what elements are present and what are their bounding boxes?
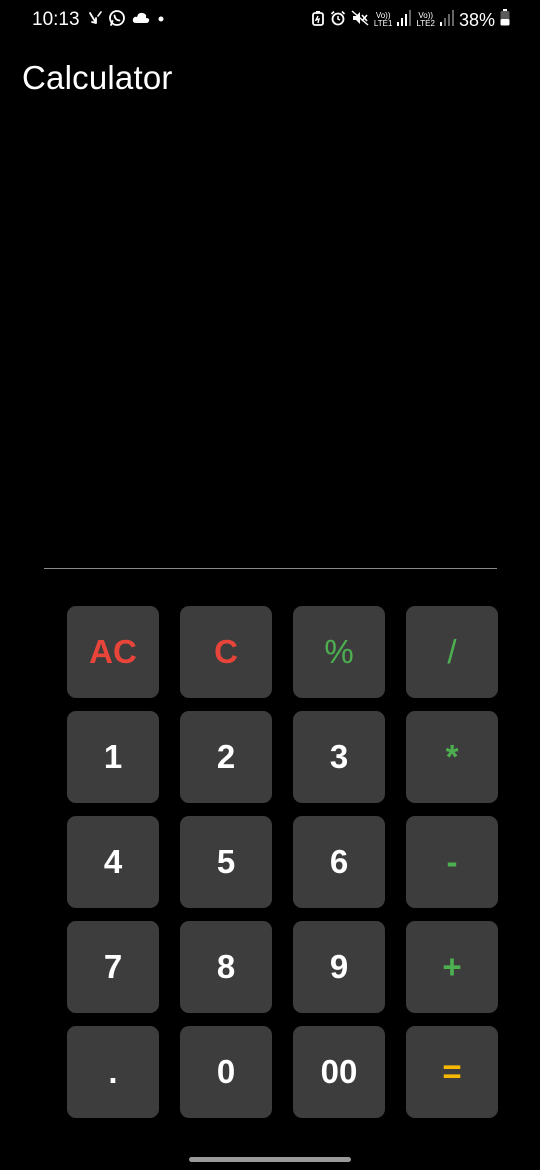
digit-1-button[interactable]: 1 xyxy=(67,711,159,803)
battery-percent: 38% xyxy=(458,9,495,30)
percent-button[interactable]: % xyxy=(293,606,385,698)
digit-6-button[interactable]: 6 xyxy=(293,816,385,908)
cloud-icon xyxy=(132,11,150,29)
divide-button[interactable]: / xyxy=(406,606,498,698)
sim1-label: Vo)) LTE1 xyxy=(374,12,393,28)
add-button[interactable]: + xyxy=(406,921,498,1013)
status-right-icons: Vo)) LTE1 Vo)) LTE2 38% xyxy=(311,9,510,31)
dot-icon xyxy=(156,11,166,29)
sim1-lte-label: LTE1 xyxy=(373,19,393,28)
whatsapp-icon xyxy=(108,9,126,32)
page-title: Calculator xyxy=(22,59,173,96)
signal-lte1-icon xyxy=(397,9,412,31)
sim2-label: Vo)) LTE2 xyxy=(416,12,435,28)
signal-lte2-icon xyxy=(439,9,454,31)
double-zero-button[interactable]: 00 xyxy=(293,1026,385,1118)
clear-button[interactable]: C xyxy=(180,606,272,698)
all-clear-button[interactable]: AC xyxy=(67,606,159,698)
battery-saver-icon xyxy=(311,10,325,31)
digit-7-button[interactable]: 7 xyxy=(67,921,159,1013)
digit-5-button[interactable]: 5 xyxy=(180,816,272,908)
display-area xyxy=(0,110,540,565)
battery-icon xyxy=(500,9,510,31)
display-divider xyxy=(44,568,497,569)
status-time: 10:13 xyxy=(32,9,80,30)
missed-call-icon xyxy=(88,10,102,31)
digit-4-button[interactable]: 4 xyxy=(67,816,159,908)
digit-0-button[interactable]: 0 xyxy=(180,1026,272,1118)
status-bar: 10:13 Vo)) LTE1 Vo)) LTE2 38% xyxy=(0,0,540,40)
mute-icon xyxy=(351,9,369,31)
home-indicator[interactable] xyxy=(189,1157,351,1162)
digit-2-button[interactable]: 2 xyxy=(180,711,272,803)
multiply-button[interactable]: * xyxy=(406,711,498,803)
equals-button[interactable]: = xyxy=(406,1026,498,1118)
decimal-button[interactable]: . xyxy=(67,1026,159,1118)
status-left-icons xyxy=(88,9,166,32)
digit-8-button[interactable]: 8 xyxy=(180,921,272,1013)
sim2-lte-label: LTE2 xyxy=(416,19,435,28)
digit-9-button[interactable]: 9 xyxy=(293,921,385,1013)
alarm-icon xyxy=(330,10,346,31)
subtract-button[interactable]: - xyxy=(406,816,498,908)
digit-3-button[interactable]: 3 xyxy=(293,711,385,803)
